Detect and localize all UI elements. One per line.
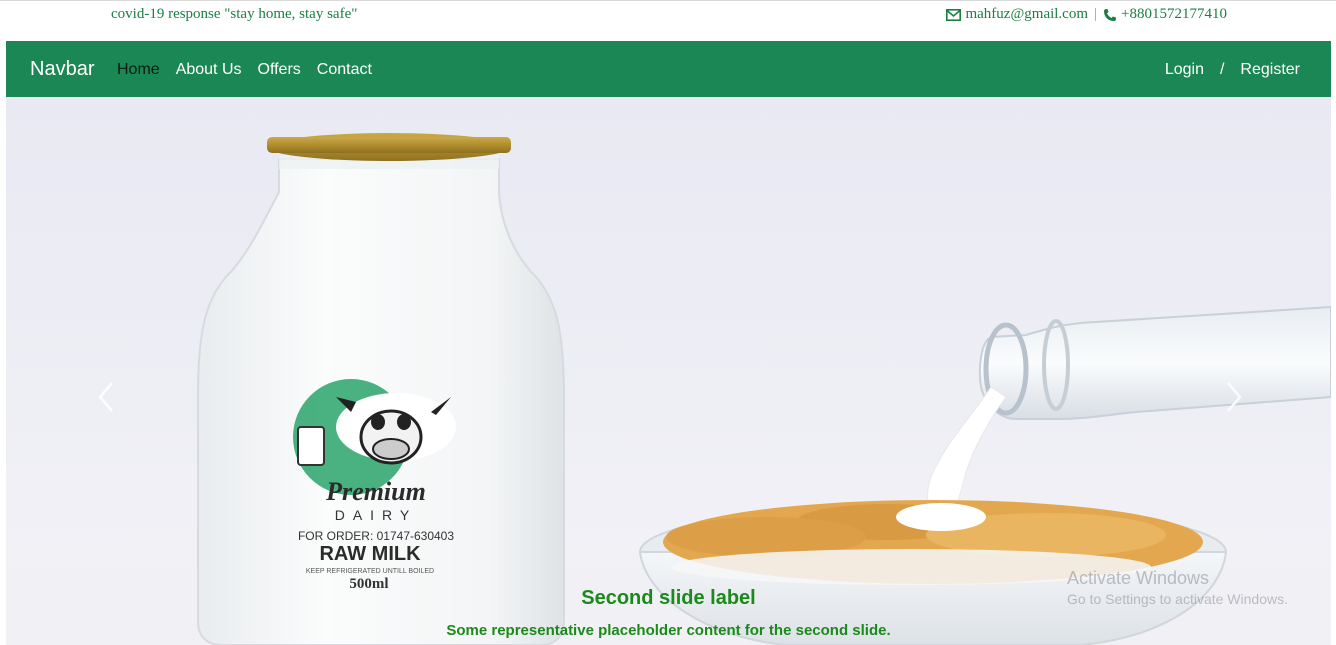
bottle-storage-note: KEEP REFRIGERATED UNTILL BOILED (306, 568, 434, 575)
hero-carousel: Premium DAIRY FOR ORDER: 01747-630403 RA… (6, 97, 1331, 645)
nav-link-offers[interactable]: Offers (258, 61, 301, 79)
login-link[interactable]: Login (1165, 61, 1204, 79)
nav-links: Home About Us Offers Contact (117, 61, 372, 79)
auth-slash: / (1219, 61, 1225, 78)
milk-bottle: Premium DAIRY FOR ORDER: 01747-630403 RA… (197, 133, 565, 645)
bottle-order-number: FOR ORDER: 01747-630403 (298, 529, 454, 543)
envelope-icon (946, 6, 962, 23)
contact-separator: | (1094, 6, 1098, 22)
watermark-subtitle: Go to Settings to activate Windows. (1067, 591, 1288, 607)
contact-phone[interactable]: +8801572177410 (1121, 6, 1227, 23)
pouring-bottle (927, 305, 1331, 518)
bottle-brand-premium: Premium (325, 477, 426, 506)
bottle-product-name: RAW MILK (319, 543, 421, 565)
navbar-brand[interactable]: Navbar (30, 58, 94, 81)
register-link[interactable]: Register (1240, 61, 1300, 79)
slide-image: Premium DAIRY FOR ORDER: 01747-630403 RA… (6, 133, 1331, 645)
bottle-brand-dairy: DAIRY (335, 507, 418, 523)
carousel-prev-chevron-icon[interactable] (92, 377, 122, 417)
nav-link-contact[interactable]: Contact (317, 61, 372, 79)
auth-links: Login / Register (1165, 61, 1300, 79)
covid-tagline: covid-19 response "stay home, stay safe" (111, 6, 358, 22)
watermark-title: Activate Windows (1067, 568, 1210, 588)
activate-windows-watermark: Activate Windows Go to Settings to activ… (1067, 568, 1288, 607)
carousel-next-chevron-icon[interactable] (1218, 377, 1248, 417)
phone-icon (1103, 6, 1117, 23)
main-navbar: Navbar Home About Us Offers Contact Logi… (6, 41, 1331, 97)
contact-email[interactable]: mahfuz@gmail.com (965, 6, 1088, 23)
contact-info: mahfuz@gmail.com | +8801572177410 (946, 6, 1227, 23)
slide-label-text: Some representative placeholder content … (446, 622, 891, 639)
nav-link-home[interactable]: Home (117, 61, 160, 79)
nav-link-about-us[interactable]: About Us (176, 61, 242, 79)
top-info-bar: covid-19 response "stay home, stay safe"… (0, 0, 1336, 41)
